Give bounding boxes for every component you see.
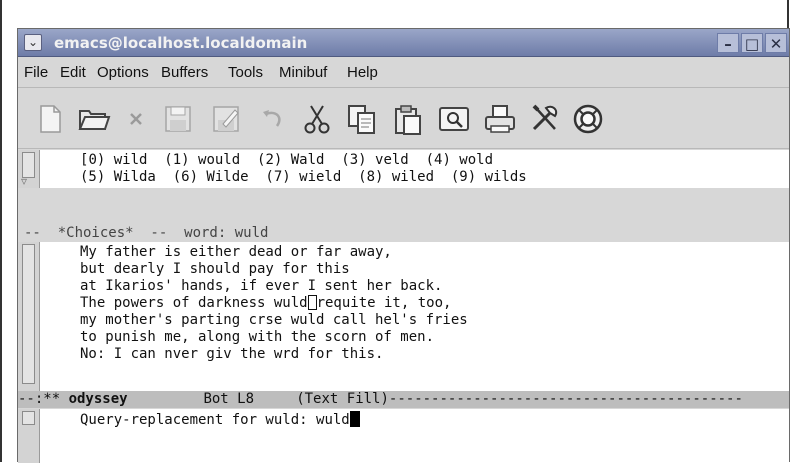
modeline-prefix: --:**	[18, 391, 69, 407]
window-menu-button[interactable]: ⌄	[24, 34, 42, 51]
text-line-5: my mother's parting crse wuld call hel's…	[80, 312, 468, 328]
text-scrollbar-thumb[interactable]	[22, 244, 35, 384]
choices-pane[interactable]: ▿ [0) wild (1) would (2) Wald (3) veld (…	[18, 150, 789, 188]
title-bar[interactable]: ⌄ emacs@localhost.localdomain – □ ✕	[18, 29, 789, 57]
tools-icon[interactable]	[527, 101, 563, 137]
window-title: emacs@localhost.localdomain	[54, 34, 308, 52]
choices-text: [0) wild (1) would (2) Wald (3) veld (4)…	[80, 152, 527, 186]
text-pane[interactable]: My father is either dead or far away, bu…	[18, 242, 789, 391]
menu-minibuf[interactable]: Minibuf	[279, 64, 327, 81]
text-line-6: to punish me, along with the scorn of me…	[80, 329, 435, 345]
menu-help[interactable]: Help	[347, 64, 378, 81]
emacs-window: ⌄ emacs@localhost.localdomain – □ ✕ File…	[17, 28, 790, 463]
modeline-mode: (Text Fill)	[296, 391, 389, 407]
menu-options[interactable]: Options	[97, 64, 149, 81]
menu-bar: File Edit Options Buffers Tools Minibuf …	[18, 58, 789, 88]
open-folder-icon[interactable]	[76, 101, 112, 137]
paste-icon[interactable]	[390, 101, 426, 137]
frame-line-top	[0, 0, 2, 462]
minibuffer-cursor	[349, 411, 360, 427]
menu-edit[interactable]: Edit	[60, 64, 86, 81]
help-icon[interactable]	[570, 101, 606, 137]
choices-modeline-text: -- *Choices* -- word: wuld	[24, 225, 269, 241]
text-line-4-rest: requite it, too,	[316, 295, 452, 311]
text-line-1: My father is either dead or far away,	[80, 244, 392, 260]
window-controls: – □ ✕	[717, 33, 787, 53]
modeline-position: Bot L8	[203, 391, 255, 407]
close-button[interactable]: ✕	[765, 33, 787, 53]
text-scrollbar[interactable]	[18, 242, 40, 391]
cut-icon[interactable]	[299, 101, 335, 137]
toolbar	[18, 89, 789, 149]
menu-buffers[interactable]: Buffers	[161, 64, 208, 81]
minibuffer-text: Query-replacement for wuld: wuld	[80, 411, 360, 429]
modeline-fill: ----------------------------------------…	[388, 391, 743, 407]
minibuffer[interactable]: Query-replacement for wuld: wuld	[18, 409, 789, 463]
choices-line2: (5) Wilda (6) Wilde (7) wield (8) wiled …	[80, 169, 527, 185]
maximize-button[interactable]: □	[741, 33, 763, 53]
minibuffer-input[interactable]: wuld	[316, 412, 350, 428]
minibuffer-scrollbar[interactable]	[18, 409, 40, 463]
search-icon[interactable]	[436, 101, 472, 137]
minimize-button[interactable]: –	[717, 33, 739, 53]
point-cursor	[307, 295, 317, 310]
minibuffer-prompt: Query-replacement for wuld:	[80, 412, 317, 428]
save-as-icon[interactable]	[208, 101, 244, 137]
buffer-text: My father is either dead or far away, bu…	[80, 244, 468, 363]
menu-tools[interactable]: Tools	[228, 64, 263, 81]
text-modeline[interactable]: --:** odyssey Bot L8 (Text Fill)--------…	[18, 391, 789, 408]
minibuffer-scrollbar-thumb[interactable]	[22, 411, 35, 425]
close-x-icon[interactable]	[118, 101, 154, 137]
choices-scrollbar[interactable]: ▿	[18, 150, 40, 188]
text-line-4: The powers of darkness wuld	[80, 295, 308, 311]
menu-file[interactable]: File	[24, 64, 48, 81]
undo-icon[interactable]	[254, 101, 290, 137]
choices-modeline: -- *Choices* -- word: wuld	[18, 225, 789, 242]
text-line-2: but dearly I should pay for this	[80, 261, 350, 277]
text-line-7: No: I can nver giv the wrd for this.	[80, 346, 384, 362]
new-file-icon[interactable]	[32, 101, 68, 137]
scroll-down-arrow-icon[interactable]: ▿	[21, 174, 27, 188]
print-icon[interactable]	[482, 101, 518, 137]
modeline-buffer-name: odyssey	[68, 391, 128, 407]
choices-line1: 0) wild (1) would (2) Wald (3) veld (4) …	[88, 152, 494, 168]
save-icon[interactable]	[160, 101, 196, 137]
copy-icon[interactable]	[344, 101, 380, 137]
text-line-3: at Ikarios' hands, if ever I sent her ba…	[80, 278, 443, 294]
